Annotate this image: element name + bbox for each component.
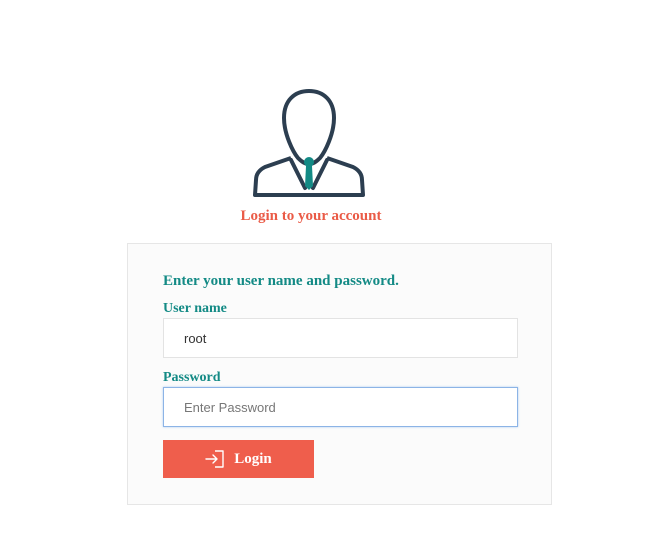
password-label: Password bbox=[163, 370, 221, 385]
username-label: User name bbox=[163, 301, 227, 316]
user-with-tie-icon bbox=[253, 89, 365, 197]
login-button-label: Login bbox=[234, 450, 272, 467]
password-input[interactable] bbox=[163, 387, 518, 427]
form-instructions: Enter your user name and password. bbox=[163, 273, 399, 289]
sign-in-icon bbox=[205, 450, 224, 468]
username-input[interactable] bbox=[163, 318, 518, 358]
login-page: Login to your account Enter your user na… bbox=[0, 0, 650, 557]
login-form-panel: Enter your user name and password. User … bbox=[127, 243, 552, 505]
login-heading: Login to your account bbox=[240, 208, 382, 224]
login-button[interactable]: Login bbox=[163, 440, 314, 478]
